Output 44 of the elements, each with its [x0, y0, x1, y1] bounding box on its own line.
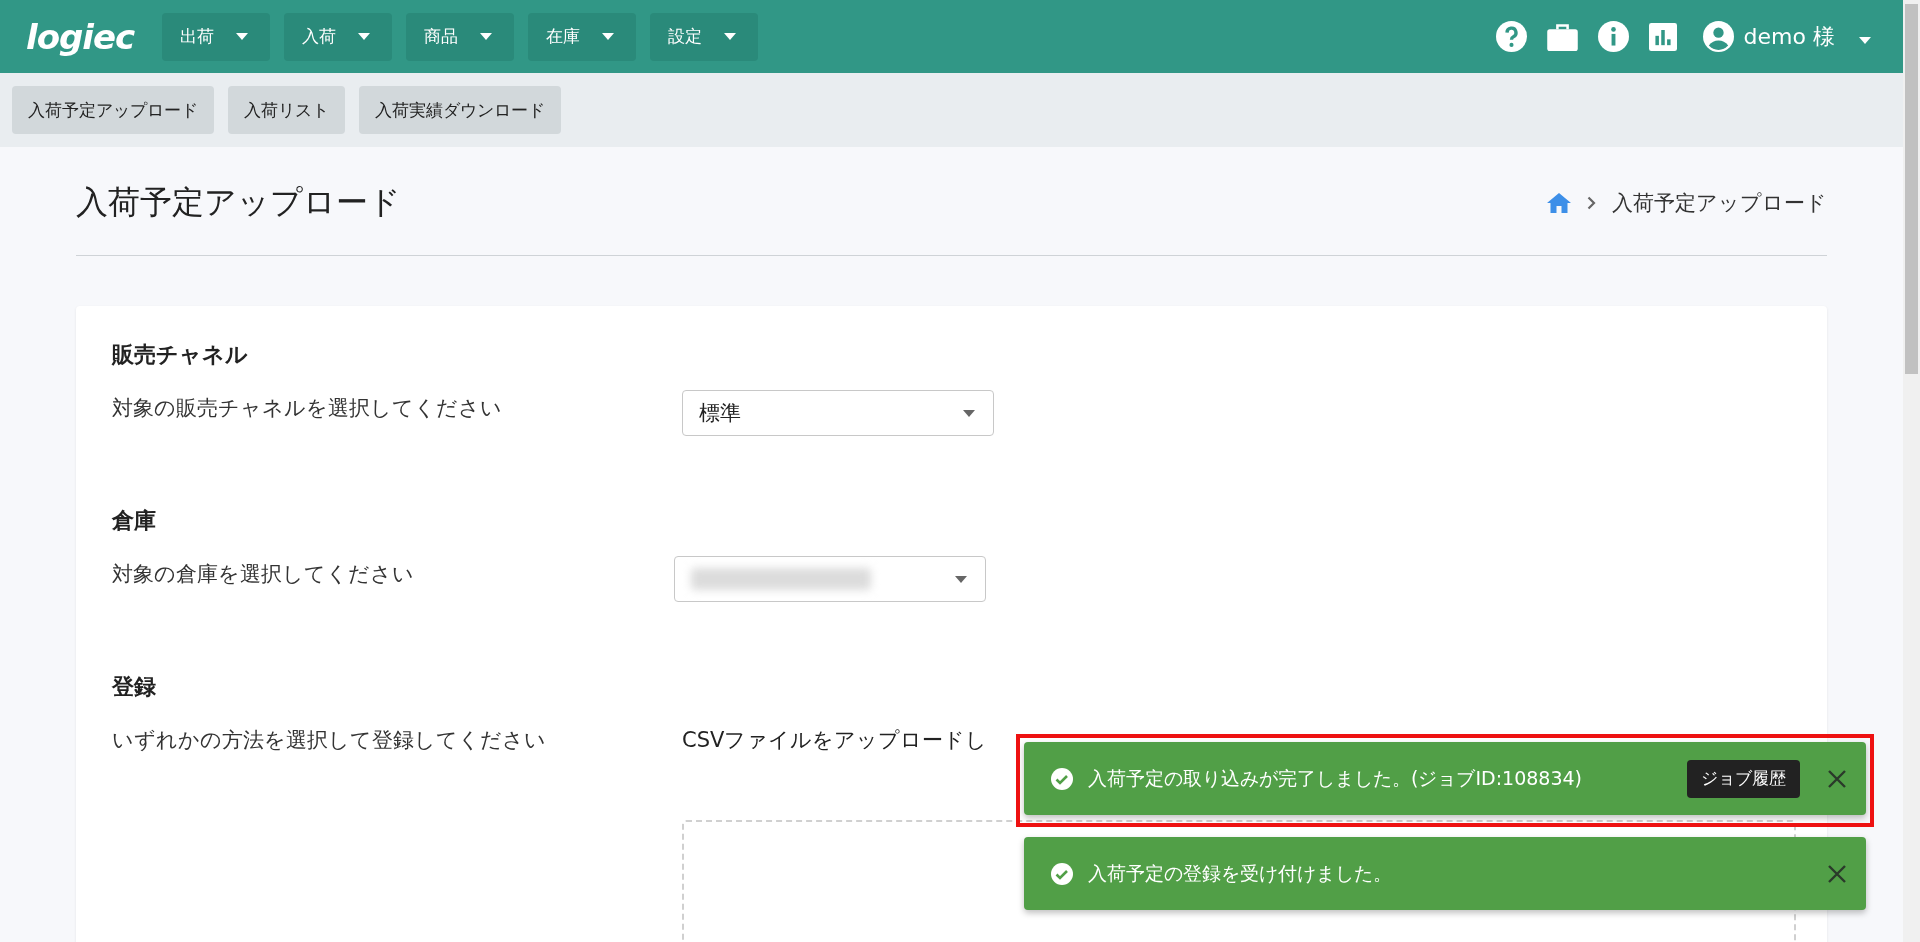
chevron-right-icon [1587, 196, 1596, 210]
notification-message: 入荷予定の取り込みが完了しました。(ジョブID:108834) [1088, 765, 1583, 791]
field-label: 対象の倉庫を選択してください [112, 561, 415, 588]
user-avatar-icon [1702, 21, 1734, 52]
job-history-button[interactable]: ジョブ履歴 [1687, 759, 1800, 798]
briefcase-icon[interactable] [1546, 22, 1578, 51]
check-circle-icon [1050, 766, 1074, 791]
caret-icon [236, 33, 249, 40]
info-icon[interactable] [1597, 21, 1629, 52]
subnav-button[interactable]: 入荷実績ダウンロード [359, 86, 561, 134]
caret-icon [602, 33, 615, 40]
bar-chart-icon[interactable] [1648, 22, 1677, 51]
notification-message: 入荷予定の登録を受け付けました。 [1088, 860, 1393, 886]
field-label: 対象の販売チャネルを選択してください [112, 395, 503, 422]
section-heading: 倉庫 [112, 507, 157, 535]
select-field[interactable] [674, 556, 986, 602]
caret-icon [358, 33, 371, 40]
nav-menu[interactable]: 出荷 [162, 12, 271, 61]
caret-icon [963, 409, 975, 417]
page-title: 入荷予定アップロード [76, 182, 401, 223]
scrollbar[interactable] [1903, 0, 1920, 942]
caret-icon [955, 575, 967, 583]
breadcrumb-current: 入荷予定アップロード [1612, 190, 1827, 217]
help-icon[interactable] [1495, 21, 1527, 52]
caret-icon [724, 33, 737, 40]
home-icon[interactable] [1547, 193, 1571, 213]
subnav-button[interactable]: 入荷予定アップロード [12, 86, 214, 134]
check-circle-icon [1050, 861, 1074, 886]
nav-menu[interactable]: 入荷 [284, 12, 393, 61]
select-field[interactable]: 標準 [682, 390, 994, 436]
close-icon[interactable] [1828, 769, 1846, 788]
subnav-button[interactable]: 入荷リスト [228, 86, 345, 134]
upload-instruction: CSVファイルをアップロードし [682, 727, 989, 754]
user-menu[interactable]: demo 様 [1696, 20, 1877, 53]
nav-menu[interactable]: 商品 [406, 12, 515, 61]
section-heading: 販売チャネル [112, 341, 249, 369]
caret-icon [1859, 37, 1871, 44]
close-icon[interactable] [1828, 864, 1846, 883]
nav-menu[interactable]: 設定 [650, 12, 759, 61]
field-label: いずれかの方法を選択して登録してください [112, 727, 547, 754]
caret-icon [480, 33, 493, 40]
section-heading: 登録 [112, 673, 157, 701]
logo[interactable]: logiec [26, 16, 135, 57]
nav-menu[interactable]: 在庫 [528, 12, 637, 61]
